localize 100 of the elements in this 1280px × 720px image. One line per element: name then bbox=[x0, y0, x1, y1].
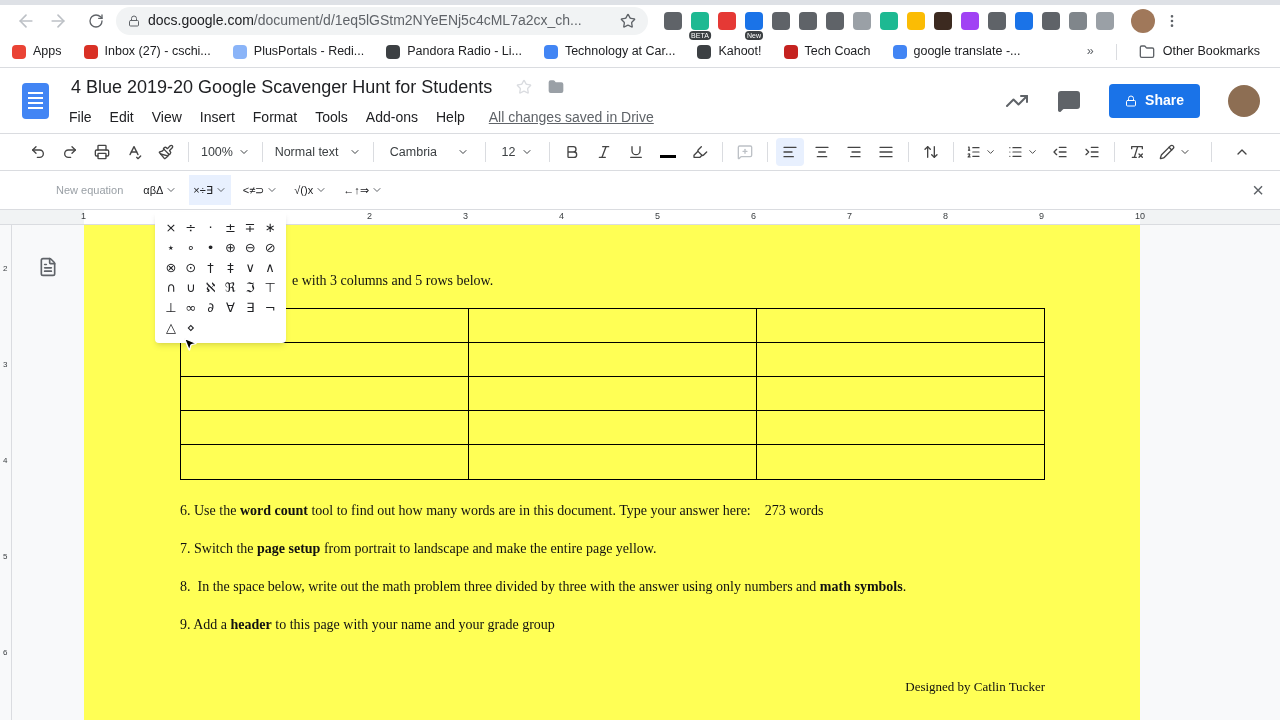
symbol-option[interactable]: ⋆ bbox=[161, 238, 181, 257]
menu-item[interactable]: File bbox=[69, 106, 92, 128]
share-button[interactable]: Share bbox=[1109, 83, 1200, 118]
symbol-option[interactable]: ± bbox=[220, 218, 241, 237]
bookmark[interactable]: Kahoot! bbox=[697, 42, 762, 61]
bookmark[interactable]: Pandora Radio - Li... bbox=[386, 42, 522, 61]
extension-icon[interactable] bbox=[772, 11, 790, 30]
ruler-number: 5 bbox=[3, 551, 8, 563]
menu-item[interactable]: Tools bbox=[315, 106, 348, 128]
outline-icon[interactable] bbox=[38, 257, 58, 277]
symbol-option[interactable]: ÷ bbox=[180, 218, 201, 237]
menu-item[interactable]: Format bbox=[252, 106, 298, 128]
symbol-option[interactable]: • bbox=[200, 238, 221, 257]
ruler-number: 4 bbox=[3, 455, 8, 467]
symbol-option[interactable]: ∗ bbox=[260, 218, 280, 237]
symbol-option[interactable]: ∀ bbox=[220, 298, 241, 317]
align-left-icon[interactable] bbox=[776, 138, 805, 166]
symbol-option[interactable]: ℵ bbox=[200, 278, 221, 297]
symbol-option[interactable]: ∃ bbox=[240, 298, 261, 317]
symbol-option[interactable]: ℜ bbox=[220, 278, 241, 297]
close-button[interactable]: × bbox=[1252, 175, 1264, 205]
avatar[interactable] bbox=[1228, 84, 1260, 117]
menu-item[interactable]: Edit bbox=[109, 106, 134, 128]
footer-text: Designed by Catlin Tucker bbox=[905, 678, 1045, 696]
symbol-option[interactable]: ‡ bbox=[220, 258, 241, 277]
docs-logo-icon[interactable] bbox=[22, 82, 49, 119]
bookmark[interactable]: Apps bbox=[12, 42, 62, 61]
lock-icon bbox=[1125, 94, 1138, 107]
equation-symbol-menu[interactable]: ×÷∃ bbox=[189, 175, 231, 205]
bookmark[interactable]: google translate -... bbox=[892, 42, 1021, 61]
symbol-option[interactable]: ⊗ bbox=[161, 258, 181, 277]
ruler-number: 2 bbox=[3, 263, 8, 275]
symbol-option[interactable]: ¬ bbox=[260, 298, 280, 317]
ruler-number: 8 bbox=[943, 210, 948, 223]
other-bookmarks[interactable]: Other Bookmarks bbox=[1162, 42, 1260, 61]
extension-icon[interactable] bbox=[799, 11, 817, 30]
paragraph: 8. In the space below, write out the math problem three divided by three with the answer using only numbers and math symbols. bbox=[180, 578, 908, 596]
equation-symbol-menu[interactable]: <≠⊃ bbox=[238, 175, 283, 205]
symbol-option[interactable]: ∩ bbox=[161, 278, 181, 297]
bookmark[interactable]: Tech Coach bbox=[783, 42, 871, 61]
extension-icon[interactable] bbox=[1042, 11, 1060, 30]
ruler-number: 10 bbox=[1135, 210, 1145, 223]
extension-icon[interactable] bbox=[934, 11, 952, 30]
ruler-number: 6 bbox=[3, 647, 8, 659]
folder-icon bbox=[1138, 43, 1155, 60]
menu-item[interactable]: Insert bbox=[199, 106, 235, 128]
bookmark-star-icon[interactable] bbox=[620, 12, 636, 29]
comments-icon[interactable] bbox=[1057, 88, 1082, 113]
symbol-option[interactable]: △ bbox=[161, 318, 181, 337]
font-size-dropdown[interactable]: 12 bbox=[493, 142, 542, 162]
symbol-option[interactable]: ∘ bbox=[180, 238, 201, 257]
extension-icon[interactable] bbox=[988, 11, 1006, 30]
menu-item[interactable]: View bbox=[151, 106, 182, 128]
equation-symbol-menu[interactable]: ←↑⇒ bbox=[339, 175, 387, 205]
save-status-link[interactable]: All changes saved in Drive bbox=[488, 106, 654, 128]
folder-icon[interactable] bbox=[548, 79, 565, 95]
address-bar[interactable]: docs.google.com/document/d/1eq5lGStm2NYeENj5c4cML7a2cx_ch... bbox=[116, 6, 648, 35]
symbol-option[interactable]: ⊤ bbox=[260, 278, 280, 297]
extension-icon[interactable] bbox=[826, 11, 844, 30]
symbol-option[interactable]: ⊖ bbox=[240, 238, 261, 257]
symbol-option[interactable]: ∧ bbox=[260, 258, 280, 277]
numbered-list-icon bbox=[966, 144, 981, 160]
ruler-number: 4 bbox=[559, 210, 564, 223]
symbol-option[interactable]: × bbox=[161, 218, 181, 237]
symbol-option[interactable]: ⊘ bbox=[260, 238, 280, 257]
symbol-option[interactable]: ⊙ bbox=[180, 258, 201, 277]
zoom-dropdown[interactable]: 100% bbox=[196, 142, 254, 162]
symbol-option[interactable]: ⊕ bbox=[220, 238, 241, 257]
extension-icon[interactable] bbox=[664, 11, 682, 30]
more-bookmarks-button[interactable]: » bbox=[1086, 42, 1094, 61]
menu-item[interactable]: Add-ons bbox=[365, 106, 418, 128]
symbol-option[interactable]: · bbox=[200, 218, 221, 237]
bookmark[interactable]: Inbox (27) - cschi... bbox=[83, 42, 211, 61]
symbol-option[interactable]: ∪ bbox=[180, 278, 201, 297]
bookmark[interactable]: PlusPortals - Redi... bbox=[232, 42, 365, 61]
equation-symbol-menu[interactable]: αβΔ bbox=[139, 175, 182, 205]
equation-symbol-menu[interactable]: √()x bbox=[290, 175, 332, 205]
bulleted-list-icon bbox=[1008, 144, 1023, 160]
avatar[interactable] bbox=[1131, 8, 1155, 33]
bookmark[interactable]: Technology at Car... bbox=[543, 42, 676, 61]
ruler-number: 6 bbox=[751, 210, 756, 223]
paragraph: 6. Use the word count tool to find out how many words are in this document. Type your answer here: 273 words bbox=[180, 502, 825, 520]
symbol-option[interactable]: ∂ bbox=[200, 298, 221, 317]
symbol-option[interactable]: ∓ bbox=[240, 218, 261, 237]
symbol-option[interactable]: ℑ bbox=[240, 278, 261, 297]
menu-item[interactable]: Help bbox=[436, 106, 465, 128]
style-dropdown[interactable]: Normal text bbox=[270, 142, 365, 162]
paragraph: 7. Switch the page setup from portrait to landscape and make the entire page yellow. bbox=[180, 540, 658, 558]
symbol-option[interactable]: ∞ bbox=[180, 298, 201, 317]
paragraph: 9. Add a header to this page with your name and your grade group bbox=[180, 616, 556, 634]
font-dropdown[interactable]: Cambria bbox=[381, 142, 477, 162]
symbol-option[interactable]: ⊥ bbox=[161, 298, 181, 317]
symbol-option[interactable]: † bbox=[200, 258, 221, 277]
star-icon[interactable] bbox=[516, 79, 533, 95]
reload-icon[interactable] bbox=[88, 12, 104, 29]
paragraph: e with 3 columns and 5 rows below. bbox=[292, 273, 494, 288]
symbol-option[interactable]: ⋄ bbox=[180, 318, 201, 337]
symbol-option[interactable]: ∨ bbox=[240, 258, 261, 277]
ruler-number: 9 bbox=[1039, 210, 1044, 223]
document-title[interactable]: 4 Blue 2019-20 Google Scavenger Hunt for Students bbox=[71, 73, 493, 101]
